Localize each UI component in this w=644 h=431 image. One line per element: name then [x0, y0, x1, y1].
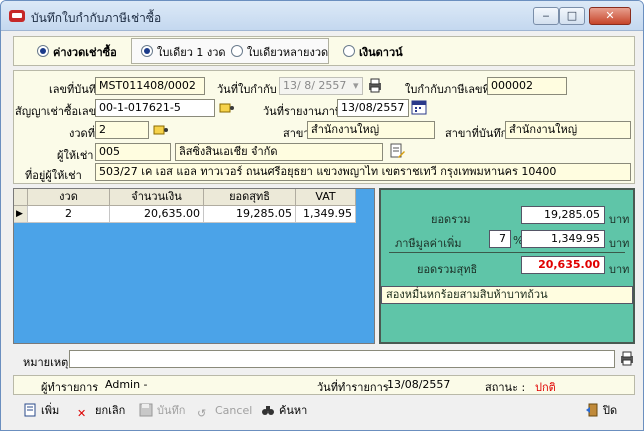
branch-label: สาขา: [283, 127, 310, 140]
lookup-installment-icon[interactable]: [153, 122, 169, 138]
transaction-date-value: 13/08/2557: [387, 378, 451, 391]
grand-total-label: ยอดรวมสุทธิ: [417, 263, 478, 276]
radio-single-label: ใบเดียว 1 งวด: [157, 46, 226, 59]
lookup-contract-icon[interactable]: [219, 100, 235, 116]
title-bar: บันทึกใบกำกับภาษีเช่าซื้อ ‒ □ ✕: [1, 1, 643, 31]
lessee-label: ผู้ให้เช่า: [57, 149, 94, 162]
remark-label: หมายเหตุ: [23, 356, 69, 369]
grid-cell-amount[interactable]: 20,635.00: [110, 206, 204, 223]
totals-panel: ยอดรวม 19,285.05 บาท ภาษีมูลค่าเพิ่ม 7 %…: [379, 188, 635, 344]
status-value: ปกติ: [535, 381, 556, 394]
report-date-field[interactable]: 13/08/2557: [337, 99, 409, 117]
grid-cell-net[interactable]: 19,285.05: [204, 206, 296, 223]
grid-cell-vat[interactable]: 1,349.95: [296, 206, 356, 223]
print-remark-icon[interactable]: [619, 350, 635, 366]
invoice-date-field[interactable]: 13/ 8/ 2557: [279, 77, 363, 95]
grid-header-vat[interactable]: VAT: [296, 189, 356, 206]
search-button[interactable]: ค้นหา: [261, 403, 307, 421]
grid-header-net[interactable]: ยอดสุทธิ: [204, 189, 296, 206]
contract-no-field[interactable]: 00-1-017621-5: [95, 99, 215, 117]
grand-total-field: 20,635.00: [521, 256, 605, 274]
row-indicator-icon[interactable]: ▶: [14, 206, 28, 223]
close-button[interactable]: ✕: [589, 7, 631, 25]
radio-installment[interactable]: [37, 45, 49, 57]
invoice-date-label: วันที่ใบกำกับ: [217, 83, 277, 96]
installment-field[interactable]: 2: [95, 121, 149, 139]
window-title: บันทึกใบกำกับภาษีเช่าซื้อ: [31, 11, 162, 25]
vat-field: 1,349.95: [521, 230, 605, 248]
radio-down-payment[interactable]: [343, 45, 355, 57]
totals-divider: [389, 252, 625, 253]
vat-unit: บาท: [609, 237, 630, 250]
add-label: เพิ่ม: [41, 404, 60, 417]
search-label: ค้นหา: [279, 404, 308, 417]
installment-label: งวดที่: [69, 127, 95, 140]
address-label: ที่อยู่ผู้ให้เช่า: [25, 169, 82, 182]
vat-rate-field[interactable]: 7: [489, 230, 511, 248]
cancel-label: Cancel: [215, 404, 253, 417]
edit-document-icon[interactable]: [389, 143, 405, 159]
app-icon: [9, 10, 25, 22]
grand-total-unit: บาท: [609, 263, 630, 276]
total-label: ยอดรวม: [431, 213, 471, 226]
total-field: 19,285.05: [521, 206, 605, 224]
app-window: บันทึกใบกำกับภาษีเช่าซื้อ ‒ □ ✕ ค่างวดเช…: [0, 0, 644, 431]
amount-in-words: สองหมื่นหกร้อยสามสิบห้าบาทถ้วน: [381, 286, 633, 304]
radio-installment-label: ค่างวดเช่าซื้อ: [53, 46, 117, 59]
lessee-code-field[interactable]: 005: [95, 143, 171, 161]
report-date-label: วันที่รายงานภาษี: [263, 105, 343, 118]
record-branch-label: สาขาที่บันทึก: [445, 127, 508, 140]
red-x-icon: ✕: [77, 407, 87, 420]
radio-single[interactable]: [141, 45, 153, 57]
void-button[interactable]: ✕ ยกเลิก: [77, 403, 125, 421]
total-unit: บาท: [609, 213, 630, 226]
save-label: บันทึก: [157, 404, 186, 417]
save-button[interactable]: บันทึก: [139, 403, 185, 421]
void-label: ยกเลิก: [95, 404, 126, 417]
maximize-button[interactable]: □: [559, 7, 585, 25]
record-no-field[interactable]: MST011408/0002: [95, 77, 205, 95]
add-button[interactable]: เพิ่ม: [23, 403, 59, 421]
transaction-date-label: วันที่ทำรายการ: [317, 381, 389, 394]
branch-field[interactable]: สำนักงานใหญ่: [307, 121, 435, 139]
maker-label: ผู้ทำรายการ: [41, 381, 99, 394]
grid-corner: [14, 189, 28, 206]
exit-button[interactable]: ปิด: [585, 403, 617, 421]
floppy-icon: [139, 403, 153, 417]
grid-header-installment[interactable]: งวด: [28, 189, 110, 206]
undo-icon: ↺: [197, 407, 207, 420]
address-field[interactable]: 503/27 เค เอส แอล ทาวเวอร์ ถนนศรีอยุธยา …: [95, 163, 631, 181]
contract-no-label: สัญญาเช่าซื้อเลขที่: [15, 105, 104, 118]
calendar-icon[interactable]: [411, 99, 427, 115]
maker-value: Admin -: [105, 378, 148, 391]
new-document-icon: [23, 403, 37, 417]
exit-label: ปิด: [603, 404, 618, 417]
grid-cell-installment[interactable]: 2: [28, 206, 110, 223]
radio-down-payment-label: เงินดาวน์: [359, 46, 403, 59]
invoice-date-dropdown-icon[interactable]: ▾: [353, 79, 359, 92]
grid-header-amount[interactable]: จำนวนเงิน: [110, 189, 204, 206]
exit-door-icon: [585, 403, 599, 417]
radio-multi[interactable]: [231, 45, 243, 57]
radio-multi-label: ใบเดียวหลายงวด: [247, 46, 329, 59]
print-icon[interactable]: [367, 77, 383, 93]
status-label: สถานะ :: [485, 381, 526, 394]
lessee-name-field[interactable]: ลิสซิ่งสินเอเชีย จำกัด: [175, 143, 383, 161]
tax-invoice-no-field[interactable]: 000002: [487, 77, 567, 95]
record-branch-field[interactable]: สำนักงานใหญ่: [505, 121, 631, 139]
tax-invoice-no-label: ใบกำกับภาษีเลขที่: [405, 83, 490, 96]
remark-field[interactable]: [69, 350, 615, 368]
cancel-button[interactable]: ↺ Cancel: [197, 403, 252, 421]
installment-grid[interactable]: งวด จำนวนเงิน ยอดสุทธิ VAT ▶ 2 20,635.00…: [13, 188, 375, 344]
vat-label: ภาษีมูลค่าเพิ่ม: [395, 237, 462, 250]
binoculars-icon: [261, 403, 275, 417]
minimize-button[interactable]: ‒: [533, 7, 559, 25]
